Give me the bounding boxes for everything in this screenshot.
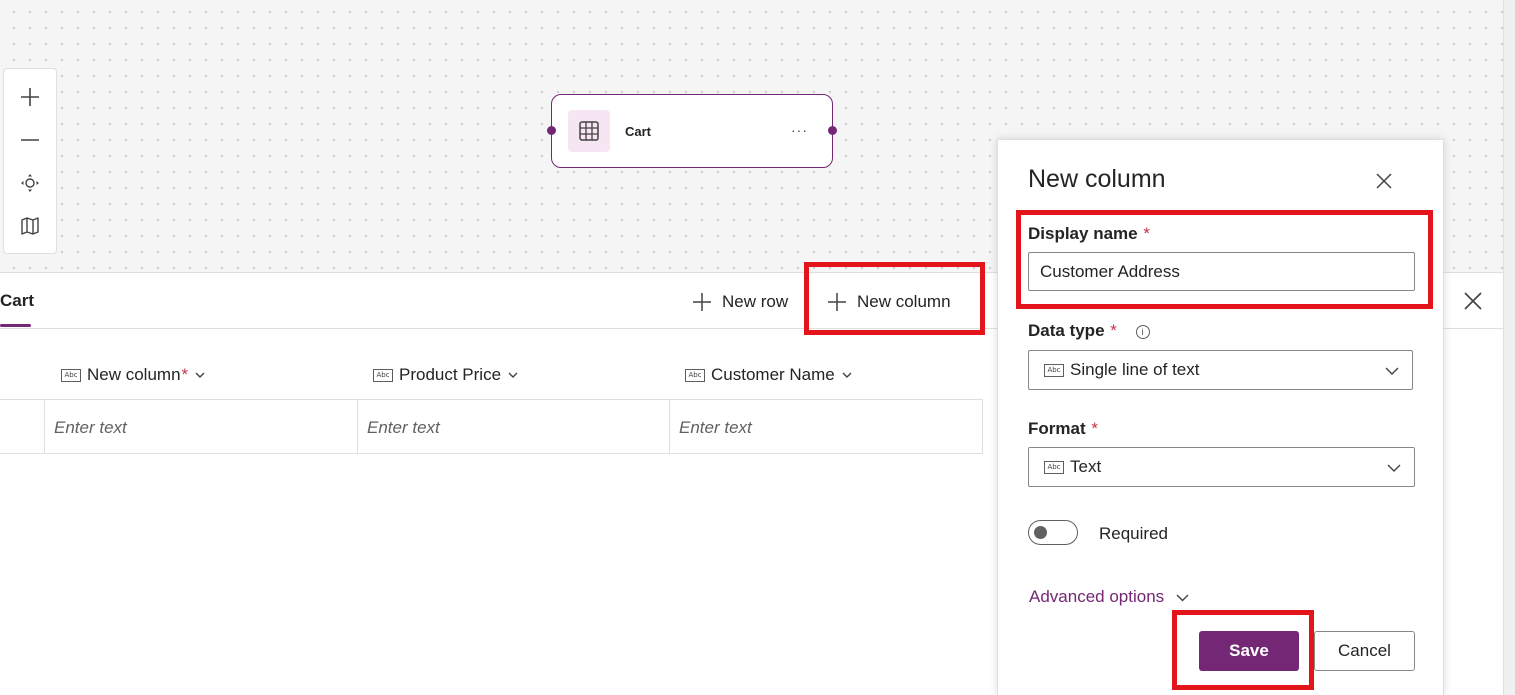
required-marker: * (1143, 224, 1150, 243)
new-column-button[interactable]: New column (827, 288, 951, 316)
cancel-button[interactable]: Cancel (1314, 631, 1415, 671)
chevron-down-icon (195, 372, 205, 378)
data-type-label-text: Data type (1028, 321, 1105, 340)
zoom-in-button[interactable] (10, 79, 50, 115)
cell-divider (44, 400, 45, 453)
required-marker: * (181, 365, 189, 384)
save-button[interactable]: Save (1199, 631, 1299, 671)
text-type-icon: Abc (1044, 460, 1064, 474)
column-header-label: Product Price (399, 365, 502, 384)
plus-icon (693, 293, 711, 311)
display-name-label-text: Display name (1028, 224, 1138, 243)
tab-underline (0, 324, 31, 327)
table-cell-input[interactable]: Enter text (54, 418, 127, 438)
chevron-down-icon (508, 372, 518, 378)
chevron-down-icon (842, 372, 852, 378)
cell-divider (982, 400, 983, 453)
format-dropdown[interactable]: Abc Text (1028, 447, 1415, 487)
fit-view-button[interactable] (10, 165, 50, 201)
chevron-down-icon (1387, 464, 1401, 472)
connector-right[interactable] (828, 126, 837, 135)
minimap-button[interactable] (10, 208, 50, 244)
table-node-cart[interactable]: Cart ··· (547, 94, 837, 168)
data-type-dropdown[interactable]: Abc Single line of text (1028, 350, 1413, 390)
required-marker: * (1091, 419, 1098, 438)
chevron-down-icon (1385, 367, 1399, 375)
format-label-text: Format (1028, 419, 1086, 438)
minimap-icon (21, 216, 39, 235)
more-options-icon[interactable]: ··· (791, 122, 808, 138)
table-node-title: Cart (625, 123, 652, 139)
format-value: Text (1070, 457, 1102, 476)
column-header-label: Customer Name (711, 365, 835, 384)
table-cell-input[interactable]: Enter text (679, 418, 752, 438)
column-header-label: New column (87, 365, 181, 384)
column-header-product-price[interactable]: Abc Product Price (373, 363, 519, 387)
panel-title: New column (1028, 165, 1166, 193)
cell-divider (669, 400, 670, 453)
info-icon[interactable]: i (1135, 324, 1150, 339)
plus-icon (21, 87, 39, 106)
scrollbar[interactable] (1503, 0, 1515, 695)
tab-cart[interactable]: Cart (0, 291, 34, 311)
chevron-down-icon (1176, 594, 1189, 601)
display-name-input[interactable] (1028, 252, 1415, 291)
cell-divider (357, 400, 358, 453)
text-type-icon: Abc (1044, 363, 1064, 377)
required-toggle-label: Required (1099, 524, 1168, 543)
row-divider (0, 453, 983, 454)
fit-view-icon (21, 173, 39, 192)
data-type-label: Data type * i (1028, 321, 1150, 341)
table-cell-input[interactable]: Enter text (367, 418, 440, 438)
close-icon[interactable] (1374, 171, 1394, 191)
advanced-options-label: Advanced options (1029, 587, 1165, 606)
toggle-knob (1034, 526, 1047, 539)
zoom-controls (3, 68, 57, 254)
advanced-options-link[interactable]: Advanced options (1029, 587, 1190, 607)
close-icon[interactable] (1462, 290, 1484, 312)
new-row-button[interactable]: New row (692, 288, 788, 316)
new-column-label: New column (857, 292, 951, 311)
column-header-new-column[interactable]: Abc New column * (61, 363, 206, 387)
required-marker: * (1110, 321, 1117, 340)
zoom-out-button[interactable] (10, 122, 50, 158)
display-name-label: Display name * (1028, 224, 1150, 244)
new-row-label: New row (722, 292, 789, 311)
minus-icon (21, 138, 39, 141)
row-divider (0, 399, 983, 400)
text-type-icon: Abc (373, 368, 393, 382)
required-toggle[interactable] (1028, 520, 1078, 545)
data-type-value: Single line of text (1070, 360, 1200, 379)
format-label: Format * (1028, 419, 1098, 439)
new-column-panel: New column Display name * Data type * i … (997, 139, 1444, 695)
connector-left[interactable] (547, 126, 556, 135)
text-type-icon: Abc (61, 368, 81, 382)
column-header-customer-name[interactable]: Abc Customer Name (685, 363, 853, 387)
plus-icon (828, 293, 846, 311)
table-icon (568, 110, 610, 152)
text-type-icon: Abc (685, 368, 705, 382)
